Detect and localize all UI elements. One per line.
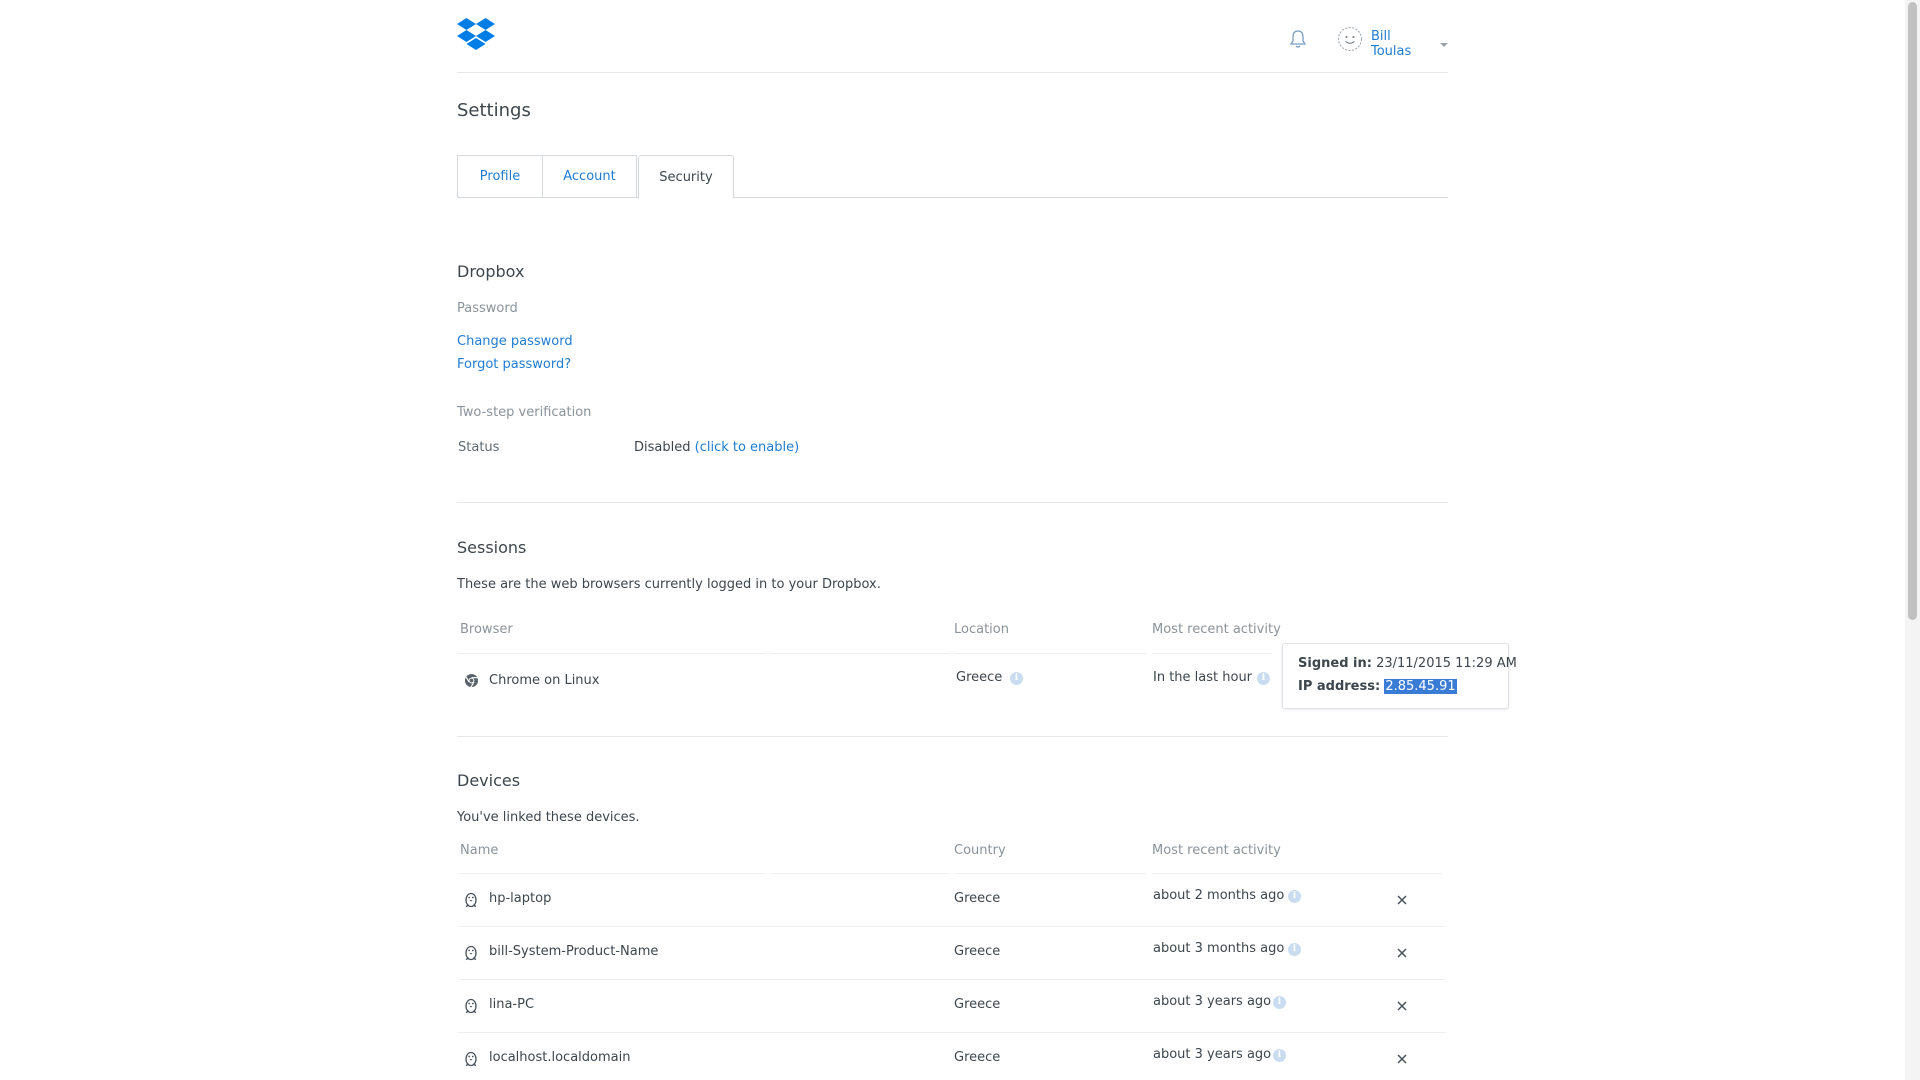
device-activity: about 3 months ago [1153, 941, 1285, 956]
close-icon[interactable] [1395, 893, 1409, 907]
tab-account[interactable]: Account [542, 155, 637, 198]
tab-security[interactable]: Security [638, 155, 734, 199]
table-row: localhost.localdomain Greece about 3 yea… [458, 1033, 1445, 1080]
bell-icon[interactable] [1289, 29, 1307, 49]
device-name: lina-PC [489, 997, 535, 1012]
device-country: Greece [954, 1050, 1001, 1065]
device-activity: about 3 years ago [1153, 994, 1272, 1009]
chevron-down-icon [1440, 43, 1448, 47]
signed-in-label: Signed in: [1298, 656, 1372, 671]
page-title: Settings [457, 100, 531, 121]
linux-tux-icon [465, 892, 477, 908]
close-icon[interactable] [1395, 1052, 1409, 1066]
table-row: hp-laptop Greece about 2 months ago i [458, 874, 1445, 927]
signed-in-value: 23/11/2015 11:29 AM [1376, 656, 1517, 671]
device-activity: about 3 years ago [1153, 1047, 1272, 1062]
scrollbar-thumb[interactable] [1908, 2, 1917, 620]
tooltip-ip-address: IP address: 2.85.45.91 [1298, 679, 1457, 694]
chrome-icon [464, 673, 479, 688]
device-country: Greece [954, 997, 1001, 1012]
device-country: Greece [954, 944, 1001, 959]
device-name: localhost.localdomain [489, 1050, 631, 1065]
user-menu[interactable]: Bill Toulas [1371, 29, 1448, 59]
info-icon[interactable]: i [1288, 943, 1301, 956]
table-row: bill-System-Product-Name Greece about 3 … [458, 927, 1445, 980]
settings-tabs: Profile Account Security [457, 155, 1448, 199]
password-label: Password [457, 301, 518, 316]
status-label: Status [458, 440, 500, 455]
info-icon[interactable]: i [1257, 672, 1270, 685]
change-password-link[interactable]: Change password [457, 334, 573, 349]
status-value: Disabled (click to enable) [634, 440, 799, 455]
settings-page: Bill Toulas Settings Profile Account Sec… [0, 0, 1920, 1080]
dropbox-section-heading: Dropbox [457, 262, 525, 281]
column-header-activity: Most recent activity [1152, 843, 1281, 858]
sessions-heading: Sessions [457, 538, 527, 557]
tab-profile[interactable]: Profile [457, 155, 543, 198]
linux-tux-icon [465, 945, 477, 961]
smiley-avatar-icon[interactable] [1337, 26, 1363, 52]
devices-description: You've linked these devices. [457, 810, 640, 825]
session-info-tooltip: Signed in: 23/11/2015 11:29 AM IP addres… [1282, 643, 1517, 709]
column-header-browser: Browser [460, 622, 513, 637]
linux-tux-icon [465, 998, 477, 1014]
ip-address-value[interactable]: 2.85.45.91 [1384, 679, 1457, 694]
info-icon[interactable]: i [1273, 1049, 1286, 1062]
session-activity: In the last hour [1153, 670, 1253, 685]
column-header-location: Location [954, 622, 1009, 637]
session-location: Greece [956, 670, 1003, 685]
device-name: bill-System-Product-Name [489, 944, 659, 959]
close-icon[interactable] [1395, 946, 1409, 960]
devices-heading: Devices [457, 771, 521, 790]
forgot-password-link[interactable]: Forgot password? [457, 357, 571, 372]
top-header: Bill Toulas [457, 0, 1448, 73]
session-browser: Chrome on Linux [489, 673, 600, 688]
user-name[interactable]: Bill Toulas [1371, 29, 1435, 59]
device-activity: about 2 months ago [1153, 888, 1285, 903]
info-icon[interactable]: i [1288, 890, 1301, 903]
column-header-name: Name [460, 843, 499, 858]
dropbox-logo[interactable] [457, 18, 495, 52]
info-icon[interactable]: i [1010, 672, 1023, 685]
close-icon[interactable] [1395, 999, 1409, 1013]
column-header-country: Country [954, 843, 1006, 858]
linux-tux-icon [465, 1051, 477, 1067]
table-row: lina-PC Greece about 3 years ago i [458, 980, 1445, 1033]
ip-address-label: IP address: [1298, 679, 1381, 694]
section-divider [457, 736, 1448, 737]
devices-table: Name Country Most recent activity hp-lap… [458, 843, 1445, 1080]
section-divider [457, 502, 1448, 503]
device-country: Greece [954, 891, 1001, 906]
info-icon[interactable]: i [1273, 996, 1286, 1009]
two-step-label: Two-step verification [457, 405, 592, 420]
sessions-description: These are the web browsers currently log… [457, 577, 881, 592]
column-header-activity: Most recent activity [1152, 622, 1281, 637]
tooltip-signed-in: Signed in: 23/11/2015 11:29 AM [1298, 656, 1517, 671]
status-text: Disabled [634, 440, 691, 455]
enable-two-step-link[interactable]: (click to enable) [695, 440, 800, 455]
device-name: hp-laptop [489, 891, 552, 906]
